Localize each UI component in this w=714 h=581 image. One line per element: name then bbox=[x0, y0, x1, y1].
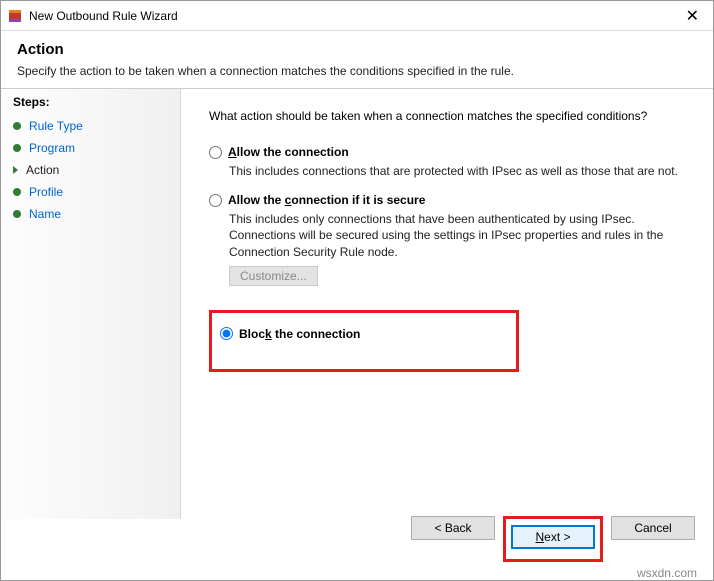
page-description: Specify the action to be taken when a co… bbox=[17, 64, 697, 78]
firewall-icon bbox=[7, 8, 23, 24]
bullet-icon bbox=[13, 144, 21, 152]
step-name[interactable]: Name bbox=[13, 203, 168, 225]
step-action[interactable]: Action bbox=[13, 159, 168, 181]
wizard-footer: < Back Next > Cancel bbox=[411, 516, 695, 562]
steps-label: Steps: bbox=[13, 95, 168, 109]
radio-allow[interactable] bbox=[209, 146, 222, 159]
option-allow-desc: This includes connections that are prote… bbox=[229, 163, 679, 179]
highlight-block: Block the connection bbox=[209, 310, 519, 372]
caret-icon bbox=[13, 166, 18, 174]
main-panel: What action should be taken when a conne… bbox=[181, 89, 713, 519]
step-label: Name bbox=[29, 207, 61, 221]
close-icon[interactable]: ✕ bbox=[678, 6, 707, 26]
watermark: wsxdn.com bbox=[637, 566, 697, 580]
bullet-icon bbox=[13, 122, 21, 130]
step-profile[interactable]: Profile bbox=[13, 181, 168, 203]
step-label: Profile bbox=[29, 185, 63, 199]
radio-block[interactable] bbox=[220, 327, 233, 340]
option-block-text: Block the connection bbox=[239, 327, 360, 341]
radio-allow-secure[interactable] bbox=[209, 194, 222, 207]
page-title: Action bbox=[17, 41, 697, 58]
step-program[interactable]: Program bbox=[13, 137, 168, 159]
steps-sidebar: Steps: Rule Type Program Action Profile … bbox=[1, 89, 181, 519]
option-block: Block the connection bbox=[220, 327, 446, 341]
option-allow: Allow the connection This includes conne… bbox=[209, 145, 685, 179]
titlebar: New Outbound Rule Wizard ✕ bbox=[1, 1, 713, 31]
next-button[interactable]: Next > bbox=[511, 525, 595, 549]
option-allow-secure-text: Allow the connection if it is secure bbox=[228, 193, 425, 207]
option-allow-secure-desc: This includes only connections that have… bbox=[229, 211, 679, 260]
step-label: Rule Type bbox=[29, 119, 83, 133]
action-prompt: What action should be taken when a conne… bbox=[209, 109, 685, 123]
option-allow-label[interactable]: Allow the connection bbox=[209, 145, 685, 159]
step-rule-type[interactable]: Rule Type bbox=[13, 115, 168, 137]
back-button[interactable]: < Back bbox=[411, 516, 495, 540]
option-allow-text: Allow the connection bbox=[228, 145, 349, 159]
option-allow-secure-label[interactable]: Allow the connection if it is secure bbox=[209, 193, 685, 207]
bullet-icon bbox=[13, 210, 21, 218]
wizard-header: Action Specify the action to be taken wh… bbox=[1, 31, 713, 86]
step-label: Action bbox=[26, 163, 59, 177]
option-block-label[interactable]: Block the connection bbox=[220, 327, 446, 341]
customize-button: Customize... bbox=[229, 266, 318, 286]
option-allow-secure: Allow the connection if it is secure Thi… bbox=[209, 193, 685, 296]
cancel-button[interactable]: Cancel bbox=[611, 516, 695, 540]
step-label: Program bbox=[29, 141, 75, 155]
highlight-next: Next > bbox=[503, 516, 603, 562]
bullet-icon bbox=[13, 188, 21, 196]
window-title: New Outbound Rule Wizard bbox=[29, 9, 678, 23]
